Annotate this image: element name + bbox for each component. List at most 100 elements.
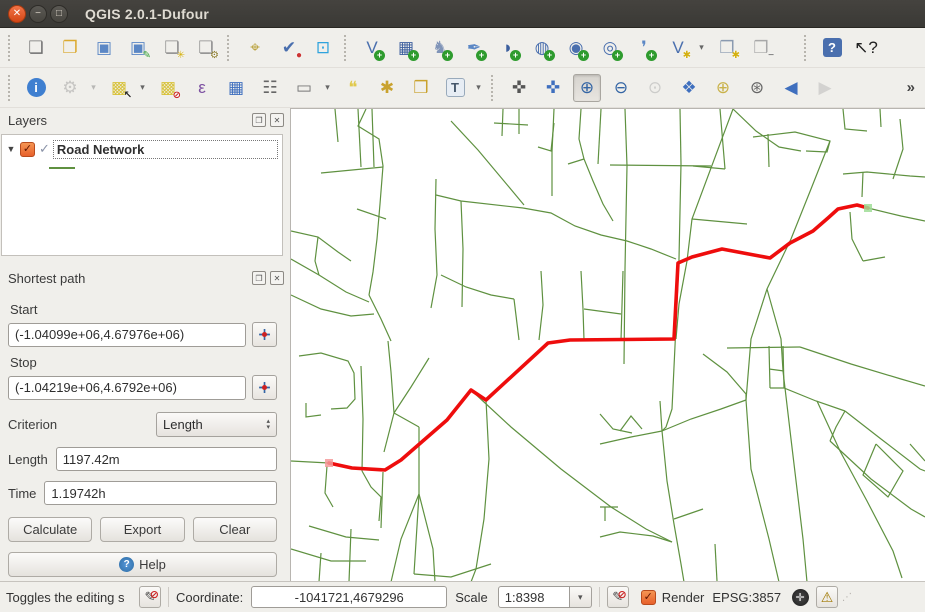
zoom-full-extent-button[interactable]: ❖ [675,74,703,102]
add-vector-layer-button[interactable]: V+ [358,34,386,62]
road-line [384,413,394,452]
window-close-button[interactable]: ✕ [8,5,26,23]
layer-label-box[interactable]: Road Network [53,140,278,159]
chevron-down-icon[interactable]: ▾ [570,586,592,608]
add-wcs-layer-button[interactable]: ◉+ [562,34,590,62]
scale-value[interactable]: 1:8398 [498,586,570,608]
collapse-all-icon-button[interactable]: ❒− [747,34,775,62]
zoom-in-button[interactable]: ⊕ [573,74,601,102]
new-bookmark-button[interactable]: ✱ [373,74,401,102]
zoom-last-button[interactable]: ◀ [777,74,805,102]
zoom-next-button[interactable]: ▶ [811,74,839,102]
capture-stop-point-button[interactable]: ✛ [252,375,277,400]
feature-action-dropdown[interactable]: ▾ [87,74,100,102]
stop-input[interactable]: (-1.04219e+06,4.6792e+06) [8,376,246,400]
new-print-composer-button[interactable]: ❏✳ [158,34,186,62]
log-messages-button[interactable]: ⚠ [816,586,838,608]
node-polygon-icon-icon: ⊡ [316,39,330,56]
add-postgis-layer-button[interactable]: ♞+ [426,34,454,62]
render-checkbox-group[interactable]: ✓ Render [639,590,705,605]
toolbar-drag-handle[interactable] [8,75,15,101]
select-by-expression-button[interactable]: ε [188,74,216,102]
time-input[interactable]: 1.19742h [44,481,277,505]
shortest-path-float-button[interactable]: ❐ [252,271,266,285]
save-project-button[interactable]: ▣ [90,34,118,62]
toggle-editing-button[interactable]: ✎ ⊘ [139,586,161,608]
whats-this-button[interactable]: ↖? [852,34,880,62]
node-polygon-icon-button[interactable]: ⊡ [309,34,337,62]
text-annotation-button[interactable]: T [441,74,469,102]
badge-icon: + [578,50,589,61]
toolbar-drag-handle[interactable] [8,35,15,61]
save-project-as-button[interactable]: ▣✎ [124,34,152,62]
pan-to-selection-button[interactable]: ✜ [539,74,567,102]
stop-rendering-button[interactable]: ✎ ⊘ [607,586,629,608]
map-tips-button[interactable]: ❝ [339,74,367,102]
pan-map-button[interactable]: ✜ [505,74,533,102]
open-project-button[interactable]: ❐ [56,34,84,62]
expander-icon[interactable]: ▼ [4,144,18,154]
add-wms-layer-button[interactable]: ◍+ [528,34,556,62]
feature-action-button[interactable]: ⚙ [56,74,84,102]
new-shapefile-layer-button[interactable]: V✱ [664,34,692,62]
field-calculator-button[interactable]: ☷ [256,74,284,102]
resize-grip-icon[interactable]: ⋰ [842,592,853,603]
add-wfs-layer-button[interactable]: ◎+ [596,34,624,62]
criterion-combobox[interactable]: Length ▴ ▾ [156,412,277,437]
add-oracle-layer-button[interactable]: ❜+ [630,34,658,62]
capture-start-point-button[interactable]: ✛ [252,322,277,347]
deselect-features-button[interactable]: ▩⊘ [154,74,182,102]
badge-icon: + [408,50,419,61]
show-bookmarks-icon: ❒ [413,79,428,96]
add-mssql-layer-button[interactable]: ◗+ [494,34,522,62]
touch-zoom-icon-button[interactable]: ⌖ [241,34,269,62]
zoom-to-selection-button[interactable]: ⊕ [709,74,737,102]
shortest-path-close-button[interactable]: ✕ [270,271,284,285]
new-project-button[interactable]: ❏ [22,34,50,62]
map-canvas[interactable] [291,108,925,581]
pan-map-icon: ✜ [512,79,526,96]
window-maximize-button[interactable]: □ [50,5,68,23]
layers-close-button[interactable]: ✕ [270,113,284,127]
layer-visibility-checkbox[interactable]: ✓ [20,142,35,157]
layer-row-road-network[interactable]: ▼ ✓ ✓ Road Network [4,139,280,159]
toolbar-drag-handle[interactable] [227,35,234,61]
vertex-tool-icon-button[interactable]: ✔● [275,34,303,62]
zoom-to-layer-button[interactable]: ⊛ [743,74,771,102]
identify-features-button[interactable]: i [22,74,50,102]
new-layer-dropdown[interactable]: ▾ [695,34,708,62]
zoom-out-button[interactable]: ⊖ [607,74,635,102]
scale-combobox[interactable]: 1:8398 ▾ [498,586,592,608]
clear-button[interactable]: Clear [193,517,277,542]
help-button[interactable]: ? Help [8,552,277,577]
start-input[interactable]: (-1.04099e+06,4.67976e+06) [8,323,246,347]
annotation-dropdown[interactable]: ▾ [472,74,485,102]
crs-status-button[interactable]: ✛ [789,586,811,608]
show-bookmarks-button[interactable]: ❒ [407,74,435,102]
window-minimize-button[interactable]: − [29,5,47,23]
zoom-actual-size-button[interactable]: ⊙ [641,74,669,102]
length-input[interactable]: 1197.42m [56,447,277,471]
select-features-dropdown[interactable]: ▾ [136,74,149,102]
toolbar-overflow[interactable]: » [901,79,921,96]
composer-manager-button[interactable]: ❏⚙ [192,34,220,62]
attribute-table-button[interactable]: ▦ [222,74,250,102]
measure-line-button[interactable]: ▭ [290,74,318,102]
panel-splitter[interactable] [0,256,290,266]
calculate-button[interactable]: Calculate [8,517,92,542]
select-features-button[interactable]: ▩↖ [105,74,133,102]
coordinate-input[interactable]: -1041721,4679296 [251,586,447,608]
toolbar-drag-handle[interactable] [804,35,811,61]
toolbar-drag-handle[interactable] [491,75,498,101]
add-spatialite-layer-button[interactable]: ✒+ [460,34,488,62]
toolbar-drag-handle[interactable] [344,35,351,61]
print-composers-icon-button[interactable]: ❒✱ [713,34,741,62]
export-button[interactable]: Export [100,517,184,542]
separator [168,587,169,607]
add-raster-layer-button[interactable]: ▦+ [392,34,420,62]
measure-dropdown[interactable]: ▾ [321,74,334,102]
road-line [783,371,807,581]
help-contents-button[interactable]: ? [818,34,846,62]
render-checkbox[interactable]: ✓ [641,590,656,605]
layers-float-button[interactable]: ❐ [252,113,266,127]
